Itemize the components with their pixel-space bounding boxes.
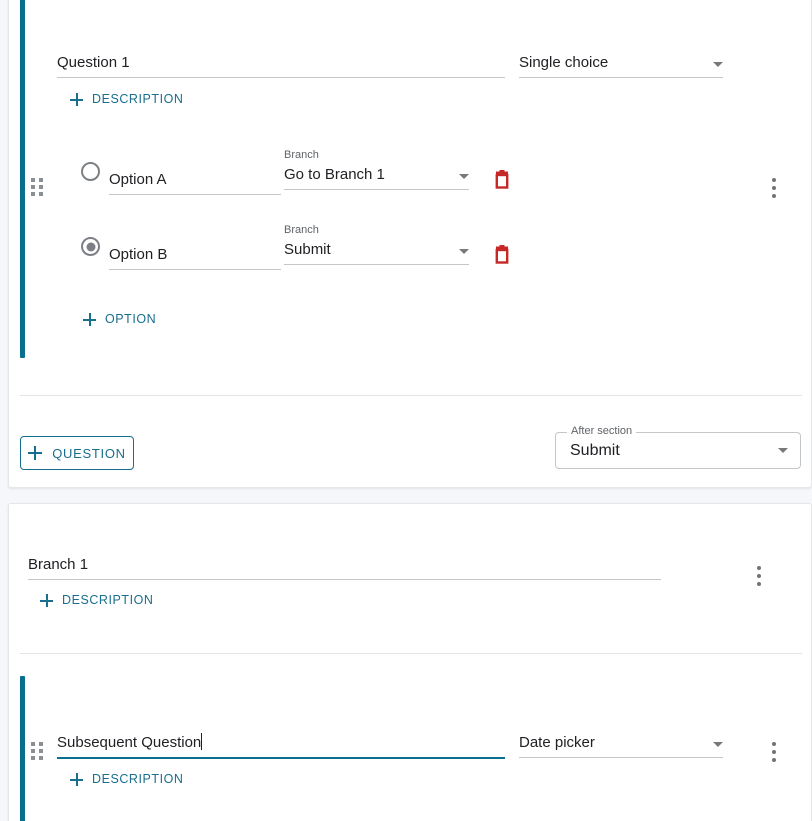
question-drag-handle[interactable]	[31, 178, 45, 196]
option-branch-label-a: Branch	[284, 149, 319, 161]
option-branch-select-b[interactable]: Branch Submit	[284, 224, 469, 265]
branch-question-type-underline	[519, 757, 723, 758]
branch-divider	[20, 653, 802, 654]
after-section-select[interactable]: After section Submit	[555, 425, 801, 469]
option-branch-value-b: Submit	[284, 241, 331, 258]
question-accent-bar	[20, 0, 25, 358]
trash-icon	[495, 245, 509, 264]
branch-question-drag-handle[interactable]	[31, 742, 45, 760]
branch-title-value: Branch 1	[28, 556, 89, 573]
section-footer-divider	[20, 395, 802, 396]
option-branch-value-a: Go to Branch 1	[284, 166, 385, 183]
branch-card: Branch 1 DESCRIPTION Subsequent Question	[8, 503, 812, 821]
option-radio-b[interactable]	[81, 237, 100, 256]
branch-question-title-value: Subsequent Question	[57, 732, 505, 757]
option-label-underline-a	[109, 194, 281, 195]
branch-question-add-description-label: DESCRIPTION	[92, 772, 184, 786]
question-type-value: Single choice	[519, 54, 609, 71]
option-branch-underline-b	[284, 264, 469, 265]
after-section-value: Submit	[570, 441, 620, 459]
question-type-underline	[519, 77, 723, 78]
form-builder-page: Question 1 Single choice DESCRIPTION Opt…	[0, 0, 812, 821]
chevron-down-icon	[713, 62, 723, 67]
option-radio-a[interactable]	[81, 162, 100, 181]
add-question-button[interactable]: QUESTION	[20, 436, 134, 470]
plus-icon	[70, 92, 83, 106]
branch-question-type-select[interactable]: Date picker	[519, 732, 723, 758]
delete-option-button-b[interactable]	[493, 245, 511, 265]
plus-icon	[83, 312, 96, 326]
branch-title-field[interactable]: Branch 1	[28, 554, 661, 580]
plus-icon	[40, 593, 53, 607]
question-overflow-menu-icon[interactable]	[772, 178, 776, 198]
option-branch-select-a[interactable]: Branch Go to Branch 1	[284, 149, 469, 190]
plus-icon	[70, 772, 83, 786]
branch-question-type-value: Date picker	[519, 734, 595, 751]
question-type-select[interactable]: Single choice	[519, 52, 723, 78]
branch-question-add-description-button[interactable]: DESCRIPTION	[70, 772, 183, 786]
branch-question-title-field[interactable]: Subsequent Question	[57, 732, 505, 759]
branch-overflow-menu-icon[interactable]	[757, 566, 761, 586]
option-label-field-a[interactable]: Option A	[109, 169, 281, 195]
plus-icon	[28, 446, 43, 460]
branch-add-description-button[interactable]: DESCRIPTION	[40, 593, 153, 607]
option-branch-underline-a	[284, 189, 469, 190]
chevron-down-icon	[459, 174, 469, 179]
chevron-down-icon	[778, 448, 788, 453]
question-title-field[interactable]: Question 1	[57, 52, 505, 78]
add-question-label: QUESTION	[52, 445, 126, 461]
branch-title-underline	[28, 579, 661, 580]
option-label-value-b: Option B	[109, 246, 168, 263]
section-card: Question 1 Single choice DESCRIPTION Opt…	[8, 0, 812, 488]
add-description-label: DESCRIPTION	[92, 92, 184, 106]
branch-add-description-label: DESCRIPTION	[62, 593, 154, 607]
after-section-label: After section	[567, 425, 637, 438]
option-label-underline-b	[109, 269, 281, 270]
add-description-button[interactable]: DESCRIPTION	[70, 92, 183, 106]
add-option-button[interactable]: OPTION	[83, 312, 156, 326]
branch-question-accent-bar	[20, 676, 25, 821]
chevron-down-icon	[713, 742, 723, 747]
trash-icon	[495, 170, 509, 189]
chevron-down-icon	[459, 249, 469, 254]
branch-question-overflow-menu-icon[interactable]	[772, 742, 776, 762]
option-branch-label-b: Branch	[284, 224, 319, 236]
add-option-label: OPTION	[105, 312, 157, 326]
branch-question-title-underline	[57, 757, 505, 759]
question-title-underline	[57, 77, 505, 78]
option-label-value-a: Option A	[109, 171, 167, 188]
delete-option-button-a[interactable]	[493, 170, 511, 190]
question-title-value: Question 1	[57, 54, 130, 71]
option-label-field-b[interactable]: Option B	[109, 244, 281, 270]
